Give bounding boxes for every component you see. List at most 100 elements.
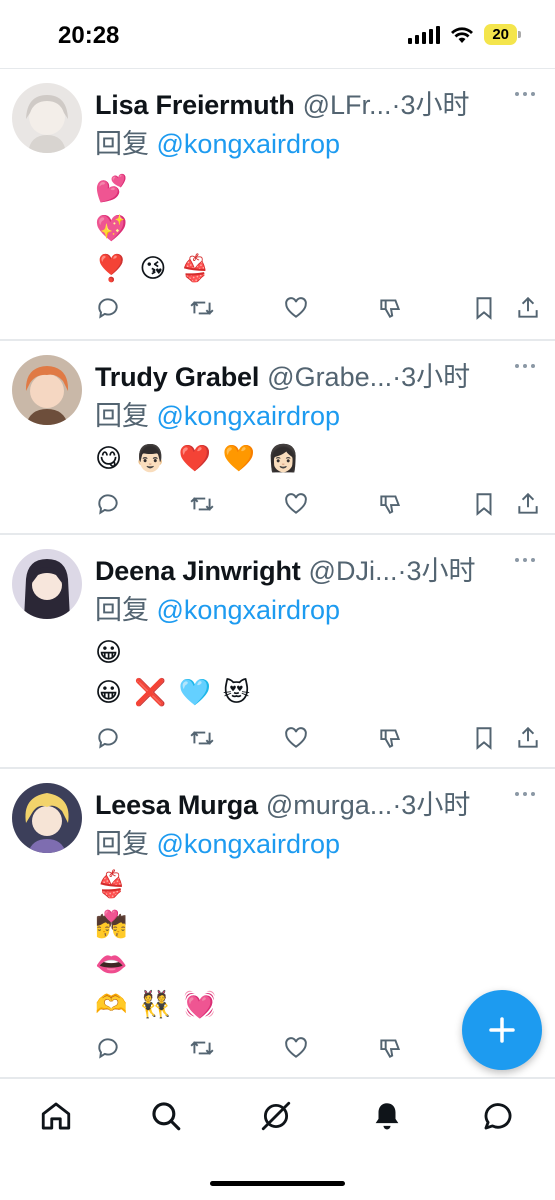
bookmark-icon[interactable]	[471, 725, 497, 751]
like-icon[interactable]	[283, 725, 309, 751]
emoji: 🫶	[95, 990, 128, 1020]
status-time: 20:28	[58, 22, 120, 49]
bottom-tab-bar	[0, 1078, 555, 1200]
emoji: 💓	[183, 990, 217, 1020]
status-bar: 20:28 20	[0, 0, 555, 68]
display-name[interactable]: Lisa Freiermuth	[95, 90, 295, 121]
retweet-icon[interactable]	[189, 491, 215, 517]
share-icon[interactable]	[515, 491, 541, 517]
avatar[interactable]	[12, 83, 82, 153]
reply-icon[interactable]	[95, 1035, 121, 1061]
dislike-icon[interactable]	[377, 295, 403, 321]
tweet-text: 😋 👨🏻 ❤️ 🧡 👩🏻	[95, 439, 300, 479]
share-icon[interactable]	[515, 295, 541, 321]
reply-mention-link[interactable]: @kongxairdrop	[157, 829, 341, 859]
home-icon[interactable]	[39, 1099, 73, 1133]
more-options-icon[interactable]	[515, 555, 539, 565]
emoji: 😀	[95, 678, 123, 708]
messages-icon[interactable]	[481, 1099, 515, 1133]
more-options-icon[interactable]	[515, 361, 539, 371]
avatar[interactable]	[12, 549, 82, 619]
display-name[interactable]: Deena Jinwright	[95, 556, 301, 587]
user-handle: @murga...	[265, 790, 393, 820]
reply-mention-link[interactable]: @kongxairdrop	[157, 401, 341, 431]
retweet-icon[interactable]	[189, 295, 215, 321]
battery-icon: 20	[484, 24, 521, 45]
emoji: 😻	[222, 678, 250, 708]
user-handle: @Grabe...	[267, 362, 393, 392]
dislike-icon[interactable]	[377, 1035, 403, 1061]
emoji: ❤️	[178, 444, 211, 474]
user-handle: @DJi...	[308, 556, 398, 586]
tweet-timestamp[interactable]: ·3小时	[392, 355, 470, 394]
emoji: 👙	[178, 254, 211, 284]
emoji: 🧡	[222, 444, 256, 474]
reply-context: 回复 @kongxairdrop	[95, 588, 340, 627]
reply-mention-link[interactable]: @kongxairdrop	[157, 595, 341, 625]
tweet[interactable]: Deena Jinwright @DJi... ·3小时 回复 @kongxai…	[0, 534, 555, 768]
emoji: 🩵	[178, 678, 211, 708]
signal-icon	[408, 25, 441, 44]
more-options-icon[interactable]	[515, 89, 539, 99]
reply-icon[interactable]	[95, 295, 121, 321]
tweet-text: 💕 💖 ❣️ 😘 👙	[95, 169, 211, 289]
tweet-text: 😀 😀 ❌ 🩵 😻	[95, 633, 250, 713]
reply-icon[interactable]	[95, 491, 121, 517]
retweet-icon[interactable]	[189, 1035, 215, 1061]
like-icon[interactable]	[283, 491, 309, 517]
notifications-icon[interactable]	[370, 1099, 404, 1133]
reply-context: 回复 @kongxairdrop	[95, 122, 340, 161]
home-indicator	[210, 1181, 345, 1186]
tweet-timestamp[interactable]: ·3小时	[392, 783, 470, 822]
search-icon[interactable]	[149, 1099, 183, 1133]
reply-prefix: 回复	[95, 829, 157, 859]
emoji: 👯	[139, 990, 172, 1020]
emoji: 👩🏻	[267, 444, 300, 474]
dislike-icon[interactable]	[377, 491, 403, 517]
wifi-icon	[450, 26, 474, 44]
tweet-timestamp[interactable]: ·3小时	[397, 549, 475, 588]
more-options-icon[interactable]	[515, 789, 539, 799]
tweet-timestamp[interactable]: ·3小时	[392, 83, 470, 122]
like-icon[interactable]	[283, 1035, 309, 1061]
avatar[interactable]	[12, 355, 82, 425]
reply-mention-link[interactable]: @kongxairdrop	[157, 129, 341, 159]
avatar[interactable]	[12, 783, 82, 853]
reply-prefix: 回复	[95, 595, 157, 625]
emoji: ❣️	[95, 254, 128, 284]
reply-icon[interactable]	[95, 725, 121, 751]
dislike-icon[interactable]	[377, 725, 403, 751]
like-icon[interactable]	[283, 295, 309, 321]
grok-icon[interactable]	[259, 1099, 293, 1133]
retweet-icon[interactable]	[189, 725, 215, 751]
emoji: 😀	[95, 638, 123, 668]
tweet-actions	[95, 295, 541, 325]
share-icon[interactable]	[515, 725, 541, 751]
bookmark-icon[interactable]	[471, 295, 497, 321]
reply-feed[interactable]: Lisa Freiermuth @LFr... ·3小时 回复 @kongxai…	[0, 68, 555, 1078]
compose-button[interactable]	[462, 990, 542, 1070]
reply-prefix: 回复	[95, 401, 157, 431]
emoji: 💖	[95, 214, 128, 244]
tweet-actions	[95, 491, 541, 521]
emoji: 💏	[95, 910, 128, 940]
reply-context: 回复 @kongxairdrop	[95, 822, 340, 861]
reply-context: 回复 @kongxairdrop	[95, 394, 340, 433]
emoji: 👄	[95, 950, 128, 980]
emoji: 😋	[95, 444, 123, 474]
tweet[interactable]: Trudy Grabel @Grabe... ·3小时 回复 @kongxair…	[0, 340, 555, 534]
emoji: 😘	[139, 254, 167, 284]
tweet-text: 👙 💏 👄 🫶 👯 💓	[95, 865, 216, 1025]
tweet-actions	[95, 725, 541, 755]
status-icons: 20	[408, 24, 521, 45]
emoji: ❌	[134, 678, 167, 708]
emoji: 👙	[95, 870, 128, 900]
bookmark-icon[interactable]	[471, 491, 497, 517]
emoji: 👨🏻	[134, 444, 167, 474]
display-name[interactable]: Trudy Grabel	[95, 362, 259, 393]
user-handle: @LFr...	[302, 90, 392, 120]
plus-icon	[489, 1017, 515, 1043]
tweet[interactable]: Lisa Freiermuth @LFr... ·3小时 回复 @kongxai…	[0, 68, 555, 340]
display-name[interactable]: Leesa Murga	[95, 790, 258, 821]
emoji: 💕	[95, 174, 128, 204]
